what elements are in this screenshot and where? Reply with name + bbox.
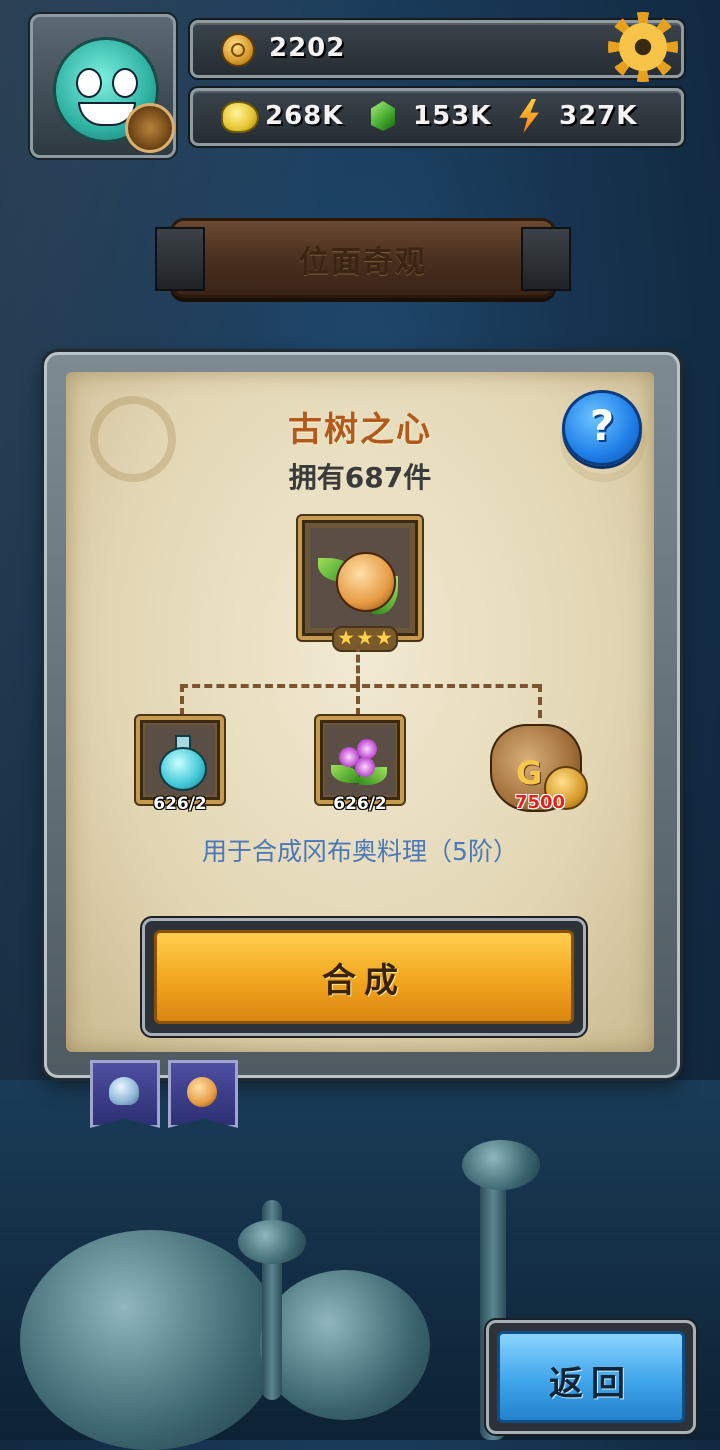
gold-cost: 7500 (514, 792, 566, 813)
usage-description: 用于合成冈布奥料理（5阶） (202, 837, 518, 866)
coin-count: 2202 (269, 33, 346, 63)
slot-background (145, 725, 215, 795)
potion-icon (159, 747, 207, 791)
recipe-connector (180, 684, 540, 688)
dome-structure (20, 1230, 280, 1450)
settings-gear-icon[interactable] (608, 12, 678, 82)
ingredient-quantity: 626/2 (153, 794, 207, 814)
recipe-connector (180, 684, 184, 716)
energy-count: 327K (559, 101, 638, 131)
heart-of-ancient-tree-icon (336, 552, 396, 612)
recipe-connector (356, 684, 360, 716)
craft-button-label: 合成 (322, 961, 406, 1001)
tab-heart-fruit[interactable] (168, 1060, 238, 1128)
dome-structure (260, 1270, 430, 1420)
gold-ore-icon (221, 101, 259, 133)
star-icon (376, 630, 392, 645)
shield-icon (125, 103, 175, 153)
resource-bar: 268K 153K 327K (190, 88, 684, 146)
avatar-eye (76, 68, 102, 98)
green-crystal-icon (371, 101, 395, 131)
flower-icon (357, 739, 377, 759)
avatar-eye (112, 68, 138, 98)
coin-icon (221, 33, 255, 67)
star-icon (338, 630, 354, 645)
pillar-cap (462, 1140, 540, 1190)
gold-count: 268K (265, 101, 344, 131)
player-avatar[interactable] (30, 14, 176, 158)
back-button[interactable]: 返回 (497, 1331, 685, 1423)
flower-icon (355, 757, 375, 777)
item-owned-count: 拥有687件 (288, 461, 432, 494)
gold-g-icon: G (516, 754, 543, 792)
slot-background (310, 528, 410, 628)
heart-fruit-icon (187, 1077, 217, 1107)
helmet-icon (109, 1077, 139, 1105)
tab-helmet[interactable] (90, 1060, 160, 1128)
result-item-slot[interactable] (298, 516, 422, 652)
title-banner: 位面奇观 (155, 218, 571, 298)
ingredient-slot[interactable]: 626/2 (136, 716, 224, 814)
banner-title: 位面奇观 (299, 245, 427, 280)
item-name: 古树之心 (288, 410, 432, 450)
back-button-label: 返回 (549, 1364, 633, 1404)
lightning-bolt-icon (519, 99, 539, 133)
recipe-connector (356, 644, 360, 684)
recipe-connector (538, 684, 542, 718)
ingredient-quantity: 626/2 (333, 794, 387, 814)
crystal-count: 153K (413, 101, 492, 131)
slot-background (325, 725, 395, 795)
star-rating (332, 626, 398, 652)
ingredient-slot[interactable]: 626/2 (316, 716, 404, 814)
pillar-cap (238, 1220, 306, 1264)
craft-button[interactable]: 合成 (154, 930, 574, 1024)
